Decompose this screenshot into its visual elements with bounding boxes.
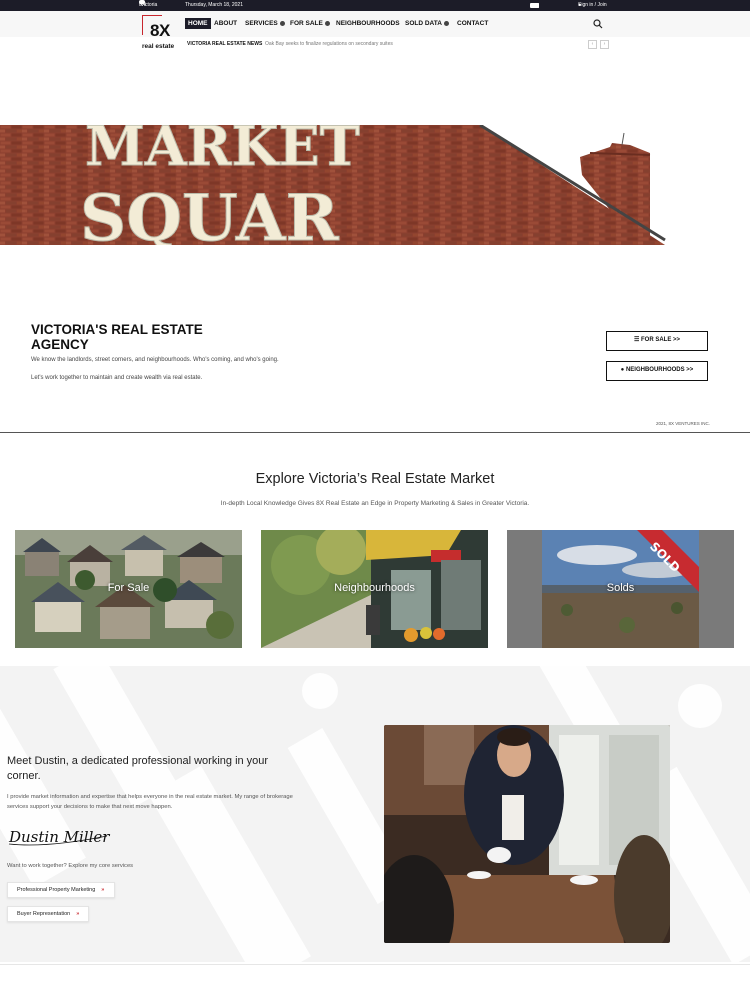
ticker-next-button[interactable]: › [600, 40, 609, 49]
nav-for-sale-label: FOR SALE [290, 20, 323, 27]
logo-subtitle: real estate [142, 43, 175, 50]
agency-paragraph-2: Let's work together to maintain and crea… [31, 375, 203, 381]
card-solds[interactable]: SOLD Solds [507, 530, 734, 648]
dustin-photo [384, 725, 670, 943]
chevron-down-icon [324, 20, 330, 26]
nav-item-home[interactable]: HOME [185, 18, 211, 29]
signin-label: Sign in / Join [578, 2, 607, 8]
top-utility-bar: 5.4 ° Victoria Thursday, March 18, 2021 ●… [0, 0, 750, 11]
card-neighbourhoods[interactable]: Neighbourhoods [261, 530, 488, 648]
for-sale-button[interactable]: ☰ FOR SALE >> [606, 331, 708, 351]
hero-image: MARKET SQUAR [0, 125, 750, 245]
for-sale-button-label: FOR SALE >> [641, 337, 681, 343]
nav-item-sold-data[interactable]: SOLD DATA [405, 18, 449, 29]
agency-paragraph-1: We know the landlords, street corners, a… [31, 357, 279, 363]
copyright-text: 2021, 8X VENTURES INC. [656, 421, 711, 426]
chevron-down-icon [279, 20, 285, 26]
search-icon[interactable] [593, 19, 603, 29]
neighbourhoods-button[interactable]: ● NEIGHBOURHOODS >> [606, 361, 708, 381]
service-label: Professional Property Marketing [17, 887, 96, 893]
nav-item-neighbourhoods[interactable]: NEIGHBOURHOODS [336, 18, 400, 29]
neighbourhoods-button-label: NEIGHBOURHOODS >> [625, 367, 694, 373]
youtube-icon[interactable] [534, 3, 539, 8]
filter-icon: ☰ [633, 337, 640, 343]
agency-title: VICTORIA'S REAL ESTATE AGENCY [31, 322, 203, 352]
weather-city: Victoria [140, 2, 158, 8]
map-pin-icon: ● [620, 367, 625, 373]
logo-mark: 8X [150, 21, 170, 40]
nav-sold-data-label: SOLD DATA [405, 20, 442, 27]
double-chevron-right-icon: » [76, 911, 80, 917]
hero-sign-text: MARKET [85, 125, 360, 178]
ticker-prev-button[interactable]: ‹ [588, 40, 597, 49]
signature-image: Dustin Miller [8, 828, 110, 846]
news-ticker-headline[interactable]: Oak Bay seeks to finalize regulations on… [265, 41, 393, 47]
service-label: Buyer Representation [17, 911, 71, 917]
svg-text:SQUAR: SQUAR [80, 181, 339, 245]
explore-subtitle: In-depth Local Knowledge Gives 8X Real E… [220, 500, 530, 507]
nav-item-for-sale[interactable]: FOR SALE [290, 18, 330, 29]
services-intro: Want to work together? Explore my core s… [7, 863, 134, 869]
site-logo[interactable]: 8X real estate [142, 15, 178, 51]
card-neighbourhoods-label: Neighbourhoods [334, 582, 415, 594]
section-divider [0, 432, 750, 433]
card-for-sale-label: For Sale [107, 582, 150, 594]
card-solds-label: Solds [606, 582, 635, 594]
explore-title: Explore Victoria’s Real Estate Market [255, 471, 495, 487]
footer-divider [0, 964, 750, 965]
chevron-down-icon [443, 20, 449, 26]
news-ticker-label: VICTORIA REAL ESTATE NEWS [187, 41, 263, 47]
nav-item-contact[interactable]: CONTACT [457, 18, 488, 29]
double-chevron-right-icon: » [101, 887, 105, 893]
service-buyer-representation[interactable]: Buyer Representation » [7, 906, 89, 922]
card-for-sale[interactable]: For Sale [15, 530, 242, 648]
meet-paragraph: I provide market information and experti… [7, 794, 293, 810]
nav-item-about[interactable]: ABOUT [214, 18, 237, 29]
nav-item-services[interactable]: SERVICES [245, 18, 285, 29]
service-professional-property-marketing[interactable]: Professional Property Marketing » [7, 882, 115, 898]
meet-title: Meet Dustin, a dedicated professional wo… [7, 755, 269, 782]
current-date: Thursday, March 18, 2021 [185, 2, 243, 8]
nav-services-label: SERVICES [245, 20, 278, 27]
